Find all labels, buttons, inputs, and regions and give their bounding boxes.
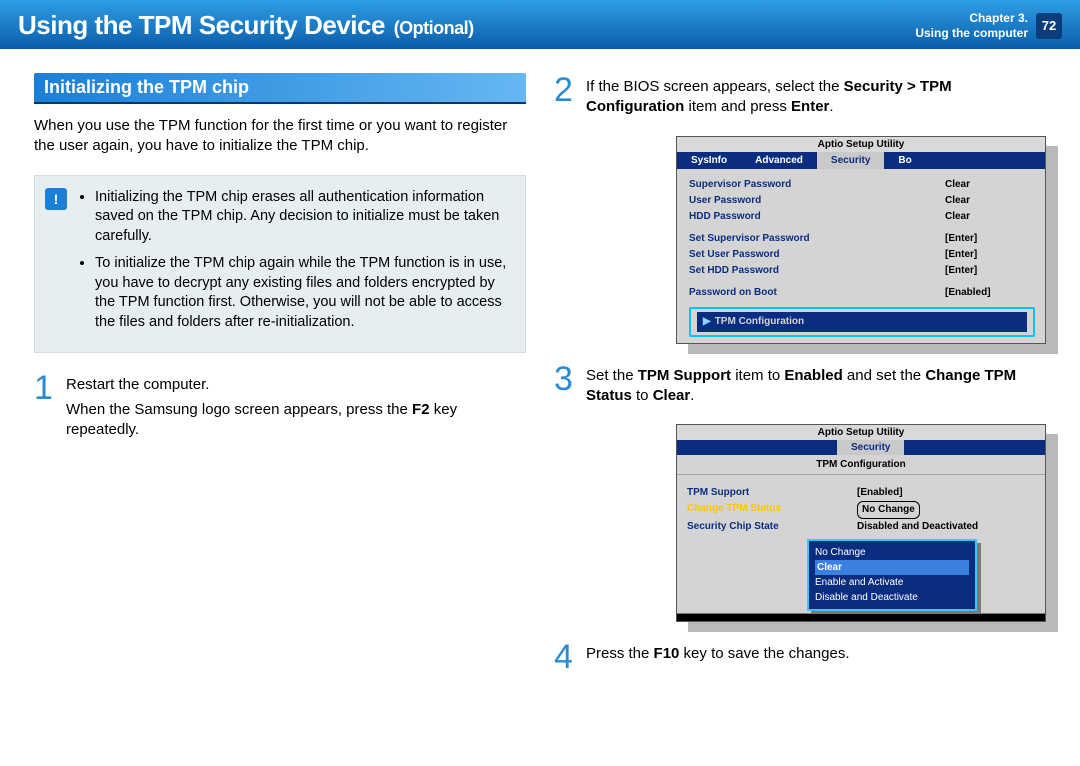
bios2-title: Aptio Setup Utility	[677, 425, 1045, 440]
chapter-name: Using the computer	[915, 26, 1028, 40]
section-heading: Initializing the TPM chip	[34, 73, 526, 104]
page-number-badge: 72	[1036, 13, 1062, 39]
step-4: 4 Press the F10 key to save the changes.	[554, 640, 1046, 674]
bios-row: Supervisor PasswordClear	[689, 177, 1035, 193]
page-number: 72	[1042, 18, 1056, 34]
chapter-info: Chapter 3. Using the computer 72	[915, 11, 1062, 40]
chapter-label: Chapter 3.	[915, 11, 1028, 25]
bios-row: Change TPM StatusNo Change	[687, 501, 1035, 519]
step-1: 1 Restart the computer. When the Samsung…	[34, 371, 526, 444]
dropdown-option: No Change	[815, 545, 969, 560]
bios-row: TPM Support[Enabled]	[687, 485, 1035, 501]
intro-text: When you use the TPM function for the fi…	[34, 116, 526, 157]
step1-line1: Restart the computer.	[66, 375, 526, 395]
bios-highlight-row: ▶TPM Configuration	[689, 307, 1035, 337]
bios-row: Set HDD Password[Enter]	[689, 263, 1035, 279]
bios1-title: Aptio Setup Utility	[677, 137, 1045, 152]
caution-list: Initializing the TPM chip erases all aut…	[77, 188, 511, 341]
bios2-tabrow: Security	[677, 440, 1045, 455]
step-number: 3	[554, 362, 576, 411]
caution-item-1: Initializing the TPM chip erases all aut…	[95, 188, 511, 247]
caution-box: ! Initializing the TPM chip erases all a…	[34, 175, 526, 354]
title-main: Using the TPM Security Device	[18, 10, 385, 40]
title-subtitle: (Optional)	[394, 18, 474, 38]
bios-row: HDD PasswordClear	[689, 209, 1035, 225]
left-column: Initializing the TPM chip When you use t…	[34, 73, 526, 688]
bios-screenshot-1: Aptio Setup Utility SysInfo Advanced Sec…	[676, 136, 1046, 344]
right-column: 2 If the BIOS screen appears, select the…	[554, 73, 1046, 688]
step-number: 1	[34, 371, 56, 444]
bios-screenshot-2: Aptio Setup Utility Security TPM Configu…	[676, 424, 1046, 622]
dropdown-option: Enable and Activate	[815, 575, 969, 590]
caution-item-2: To initialize the TPM chip again while t…	[95, 254, 511, 332]
step-3: 3 Set the TPM Support item to Enabled an…	[554, 362, 1046, 411]
bios-row: Set Supervisor Password[Enter]	[689, 231, 1035, 247]
bios-row: User PasswordClear	[689, 193, 1035, 209]
triangle-icon: ▶	[703, 316, 711, 327]
page-header: Using the TPM Security Device (Optional)…	[0, 0, 1080, 49]
bios-dropdown: No Change Clear Enable and Activate Disa…	[807, 539, 977, 611]
bios-row: Password on Boot[Enabled]	[689, 285, 1035, 301]
bios-row: Set User Password[Enter]	[689, 247, 1035, 263]
dropdown-option-selected: Clear	[815, 560, 969, 575]
page-title: Using the TPM Security Device (Optional)	[18, 10, 474, 41]
step3-text: Set the TPM Support item to Enabled and …	[586, 366, 1046, 407]
dropdown-option: Disable and Deactivate	[815, 590, 969, 605]
bios-tab: Bo	[884, 152, 925, 169]
bios-row: Security Chip StateDisabled and Deactiva…	[687, 519, 1035, 535]
bios-tab-active: Security	[817, 152, 884, 169]
step-number: 2	[554, 73, 576, 122]
step4-text: Press the F10 key to save the changes.	[586, 644, 850, 664]
bios1-tabs: SysInfo Advanced Security Bo	[677, 152, 1045, 169]
bios2-subtitle: TPM Configuration	[677, 455, 1045, 475]
step2-text: If the BIOS screen appears, select the S…	[586, 77, 1046, 118]
bios-tab: SysInfo	[677, 152, 741, 169]
step1-line2: When the Samsung logo screen appears, pr…	[66, 400, 526, 441]
bios-tab: Advanced	[741, 152, 817, 169]
caution-icon: !	[45, 188, 67, 210]
step-number: 4	[554, 640, 576, 674]
step-2: 2 If the BIOS screen appears, select the…	[554, 73, 1046, 122]
